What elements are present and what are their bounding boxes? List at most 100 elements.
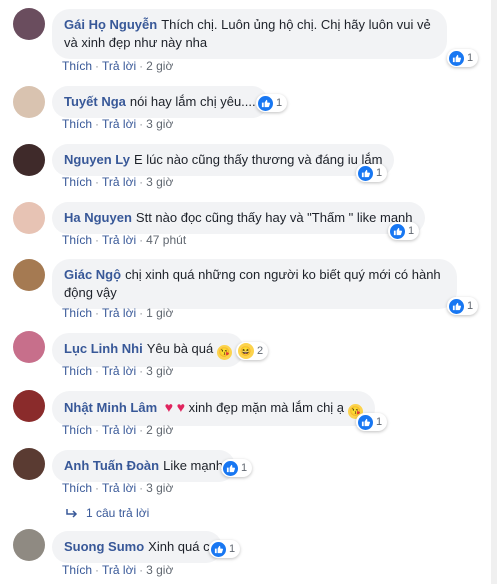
reaction-number: 1 — [229, 543, 236, 555]
like-action[interactable]: Thích — [62, 481, 92, 495]
comment-bubble: Anh Tuấn Đoàn Like mạnh — [52, 450, 236, 482]
reaction-number: 2 — [257, 345, 264, 357]
comment-author[interactable]: Nguyen Ly — [64, 152, 130, 167]
reaction-count[interactable]: 😆 2 — [236, 342, 269, 360]
heart-emoji-icon: ♥ — [176, 399, 186, 415]
comment-author[interactable]: Lục Linh Nhi — [64, 341, 143, 356]
comment-text: Stt nào đọc cũng thấy hay và "Thấm " lik… — [135, 210, 413, 225]
comment-time[interactable]: 2 giờ — [146, 423, 173, 437]
reply-action[interactable]: Trả lời — [102, 175, 136, 189]
comment-bubble: Suong Sumo Xinh quá c — [52, 531, 222, 563]
reaction-number: 1 — [376, 167, 383, 179]
avatar[interactable] — [13, 86, 45, 118]
like-reaction-icon — [223, 460, 238, 476]
like-action[interactable]: Thích — [62, 563, 92, 577]
reaction-count[interactable]: 1 — [221, 459, 253, 477]
kiss-emoji-icon: 😘 — [216, 345, 232, 360]
reaction-number: 1 — [408, 225, 415, 237]
comment-bubble: Ha Nguyen Stt nào đọc cũng thấy hay và "T… — [52, 202, 425, 234]
reply-action[interactable]: Trả lời — [102, 563, 136, 577]
heart-emoji-icon: ♥ — [164, 399, 174, 415]
like-reaction-icon — [449, 50, 464, 66]
comment-author[interactable]: Suong Sumo — [64, 539, 144, 554]
like-action[interactable]: Thích — [62, 423, 92, 437]
comment-meta: Thích · Trả lời · 3 giờ — [62, 175, 174, 189]
avatar[interactable] — [13, 8, 45, 40]
comment-text: Xinh quá c — [148, 539, 210, 554]
comment-author[interactable]: Anh Tuấn Đoàn — [64, 458, 159, 473]
reaction-number: 1 — [276, 97, 283, 109]
reply-action[interactable]: Trả lời — [102, 59, 136, 73]
avatar[interactable] — [13, 529, 45, 561]
like-action[interactable]: Thích — [62, 117, 92, 131]
avatar[interactable] — [13, 259, 45, 291]
comment-meta: Thích · Trả lời · 2 giờ — [62, 59, 174, 73]
haha-reaction-icon: 😆 — [238, 343, 254, 359]
like-reaction-icon — [258, 95, 273, 111]
reply-action[interactable]: Trả lời — [102, 364, 136, 378]
avatar[interactable] — [13, 448, 45, 480]
reply-arrow-icon — [66, 509, 78, 518]
reaction-count[interactable]: 1 — [447, 297, 479, 315]
comment-author[interactable]: Tuyết Nga — [64, 94, 126, 109]
comment-time[interactable]: 3 giờ — [146, 117, 173, 131]
comment-time[interactable]: 3 giờ — [146, 364, 173, 378]
reaction-number: 1 — [467, 300, 474, 312]
comment-author[interactable]: Gái Họ Nguyễn — [64, 17, 157, 32]
reaction-count[interactable]: 1 — [209, 540, 241, 558]
comment-bubble: Tuyết Nga nói hay lắm chị yêu.... — [52, 86, 268, 118]
reply-action[interactable]: Trả lời — [102, 423, 136, 437]
comment-time[interactable]: 1 giờ — [146, 306, 173, 320]
reply-action[interactable]: Trả lời — [102, 117, 136, 131]
like-reaction-icon — [358, 414, 373, 430]
replies-count[interactable]: 1 câu trả lời — [86, 506, 149, 520]
reaction-number: 1 — [467, 52, 474, 64]
like-action[interactable]: Thích — [62, 59, 92, 73]
like-action[interactable]: Thích — [62, 364, 92, 378]
reaction-number: 1 — [376, 416, 383, 428]
comment-meta: Thích · Trả lời · 3 giờ — [62, 364, 174, 378]
reaction-count[interactable]: 1 — [388, 222, 420, 240]
like-reaction-icon — [390, 223, 405, 239]
reply-action[interactable]: Trả lời — [102, 481, 136, 495]
avatar[interactable] — [13, 331, 45, 363]
scrollbar[interactable] — [491, 0, 497, 584]
view-replies-link[interactable]: 1 câu trả lời — [66, 506, 149, 520]
reaction-count[interactable]: 1 — [356, 164, 388, 182]
reaction-number: 1 — [241, 462, 248, 474]
comment-bubble: Giác Ngộ chị xinh quá những con người ko … — [52, 259, 457, 309]
like-action[interactable]: Thích — [62, 306, 92, 320]
reaction-count[interactable]: 1 — [356, 413, 388, 431]
comment-bubble: Nhật Minh Lâm ♥ ♥ xinh đẹp mặn mà lắm ch… — [52, 391, 375, 426]
comment-meta: Thích · Trả lời · 47 phút — [62, 233, 187, 247]
comment-bubble: Nguyen Ly E lúc nào cũng thấy thương và đ… — [52, 144, 395, 176]
avatar[interactable] — [13, 202, 45, 234]
reaction-count[interactable]: 1 — [447, 49, 479, 67]
like-action[interactable]: Thích — [62, 233, 92, 247]
comment-text: xinh đẹp mặn mà lắm chị ạ — [188, 400, 345, 415]
reply-action[interactable]: Trả lời — [102, 233, 136, 247]
comment-time[interactable]: 3 giờ — [146, 175, 173, 189]
comment-author[interactable]: Nhật Minh Lâm — [64, 400, 157, 415]
reply-action[interactable]: Trả lời — [102, 306, 136, 320]
comment-time[interactable]: 2 giờ — [146, 59, 173, 73]
comment-time[interactable]: 3 giờ — [146, 481, 173, 495]
comment-time[interactable]: 47 phút — [146, 233, 186, 247]
comment-text: Like mạnh — [163, 458, 224, 473]
like-reaction-icon — [449, 298, 464, 314]
avatar[interactable] — [13, 144, 45, 176]
comment-meta: Thích · Trả lời · 3 giờ — [62, 117, 174, 131]
comment-text: E lúc nào cũng thấy thương và đáng iu lắ… — [133, 152, 383, 167]
reaction-count[interactable]: 1 — [256, 94, 288, 112]
like-reaction-icon — [211, 541, 226, 557]
comment-author[interactable]: Giác Ngộ — [64, 267, 121, 282]
comment-text: Yêu bà quá — [146, 341, 214, 356]
comment-author[interactable]: Ha Nguyen — [64, 210, 132, 225]
comment-meta: Thích · Trả lời · 3 giờ — [62, 563, 174, 577]
comment-time[interactable]: 3 giờ — [146, 563, 173, 577]
avatar[interactable] — [13, 390, 45, 422]
like-action[interactable]: Thích — [62, 175, 92, 189]
comment-meta: Thích · Trả lời · 2 giờ — [62, 423, 174, 437]
comment-bubble: Lục Linh Nhi Yêu bà quá 😘 — [52, 333, 244, 367]
like-reaction-icon — [358, 165, 373, 181]
